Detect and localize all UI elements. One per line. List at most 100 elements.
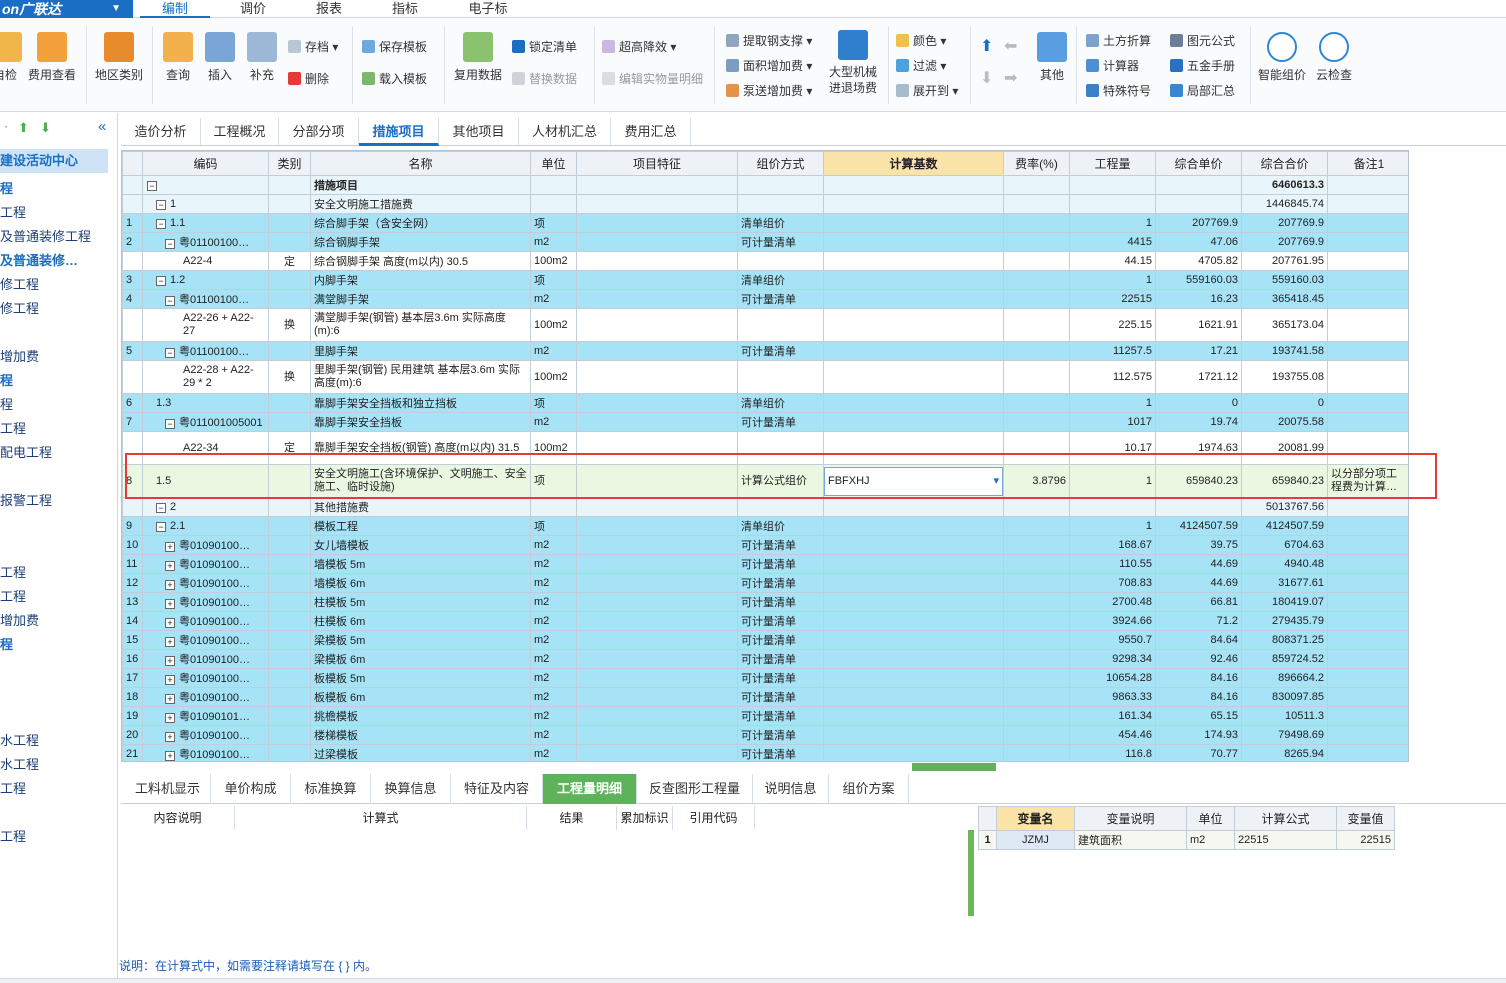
row-code[interactable]: + 粤01090100… <box>142 592 269 612</box>
row-code[interactable]: − 粤01100100… <box>142 232 269 252</box>
row-feature[interactable] <box>576 630 738 650</box>
row-calc-base[interactable] <box>823 412 1004 432</box>
row-feature[interactable] <box>576 360 738 394</box>
row-feature[interactable] <box>576 464 738 498</box>
figure-formula-button[interactable]: 图元公式 <box>1170 32 1235 50</box>
row-total[interactable]: 193755.08 <box>1241 360 1328 394</box>
row-unit-price[interactable]: 4705.82 <box>1155 251 1242 271</box>
row-type[interactable] <box>268 535 311 555</box>
row-name[interactable]: 楼梯模板 <box>310 725 531 745</box>
header-qty[interactable]: 工程量 <box>1069 151 1156 176</box>
menu-tab-e-bid[interactable]: 电子标 <box>453 0 523 18</box>
table-row[interactable]: 17 + 粤01090100… 板模板 5m m2 可计量清单 10654.28 84.16 8… <box>122 668 1408 688</box>
row-total[interactable]: 896664.2 <box>1241 668 1328 688</box>
row-name[interactable]: 墙模板 5m <box>310 554 531 574</box>
large-machinery-button[interactable]: 大型机械进退场费 <box>824 30 882 96</box>
row-name[interactable]: 挑檐模板 <box>310 706 531 726</box>
row-name[interactable]: 措施项目 <box>310 175 531 195</box>
row-code[interactable]: + 粤01090100… <box>142 744 269 761</box>
table-row[interactable]: A22-34 定靠脚手架安全挡板(钢管) 高度(m以内) 31.5 100m2 10.… <box>122 431 1408 465</box>
row-total[interactable]: 365173.04 <box>1241 308 1328 342</box>
row-note[interactable] <box>1327 393 1408 413</box>
row-total[interactable]: 859724.52 <box>1241 649 1328 669</box>
row-unit-price[interactable]: 1621.91 <box>1155 308 1242 342</box>
header-rate[interactable]: 费率(%) <box>1003 151 1070 176</box>
row-type[interactable] <box>268 592 311 612</box>
table-row[interactable]: 8 1.5 安全文明施工(含环境保护、文明施工、安全施工、临时设施) 项计算公式组价 F… <box>122 464 1408 498</box>
header-feature[interactable]: 项目特征 <box>576 151 738 176</box>
raise-efficiency-button[interactable]: 超高降效 ▾ <box>602 38 676 56</box>
row-method[interactable]: 可计量清单 <box>737 592 824 612</box>
row-unit-price[interactable]: 16.23 <box>1155 289 1242 309</box>
row-feature[interactable] <box>576 687 738 707</box>
table-row[interactable]: 5− 粤01100100… 里脚手架 m2 可计量清单 11257.5 17.21 19374… <box>122 341 1408 361</box>
row-qty[interactable]: 161.34 <box>1069 706 1156 726</box>
row-calc-base[interactable] <box>823 668 1004 688</box>
self-check-button[interactable]: 自检 <box>0 32 22 83</box>
row-calc-base[interactable] <box>823 232 1004 252</box>
row-note[interactable] <box>1327 744 1408 761</box>
row-unit-price[interactable]: 174.93 <box>1155 725 1242 745</box>
row-unit[interactable] <box>530 497 577 517</box>
row-type[interactable] <box>268 232 311 252</box>
row-feature[interactable] <box>576 611 738 631</box>
row-name[interactable]: 靠脚手架安全挡板 <box>310 412 531 432</box>
table-row[interactable]: 18 + 粤01090100… 板模板 6m m2 可计量清单 9863.33 84.16 83… <box>122 687 1408 707</box>
row-code[interactable]: −1.2 <box>142 270 269 290</box>
row-method[interactable]: 清单组价 <box>737 516 824 536</box>
row-unit-price[interactable]: 84.64 <box>1155 630 1242 650</box>
row-unit[interactable]: m2 <box>530 341 577 361</box>
edit-entity-button[interactable]: 编辑实物量明细 <box>602 70 703 88</box>
row-qty[interactable] <box>1069 497 1156 517</box>
row-unit[interactable]: 100m2 <box>530 431 577 465</box>
row-total[interactable]: 8265.94 <box>1241 744 1328 761</box>
row-feature[interactable] <box>576 535 738 555</box>
row-total[interactable]: 659840.23 <box>1241 464 1328 498</box>
row-calc-base[interactable] <box>823 573 1004 593</box>
table-row[interactable]: 13 + 粤01090100… 柱模板 5m m2 可计量清单 2700.48 66.81 18… <box>122 592 1408 612</box>
row-note[interactable] <box>1327 649 1408 669</box>
header-unit[interactable]: 单位 <box>530 151 577 176</box>
row-unit[interactable] <box>530 175 577 195</box>
var-formula[interactable]: 22515 <box>1234 830 1337 850</box>
header-type[interactable]: 类别 <box>268 151 311 176</box>
table-row[interactable]: 15 + 粤01090100… 梁模板 5m m2 可计量清单 9550.7 84.64 808… <box>122 630 1408 650</box>
save-template-button[interactable]: 保存模板 <box>362 38 427 56</box>
row-code[interactable]: A22-26 + A22-27 <box>142 308 269 342</box>
header-unit-price[interactable]: 综合单价 <box>1155 151 1242 176</box>
row-qty[interactable]: 3924.66 <box>1069 611 1156 631</box>
row-code[interactable]: + 粤01090100… <box>142 649 269 669</box>
row-code[interactable]: −2 <box>142 497 269 517</box>
var-col-unit[interactable]: 单位 <box>1186 806 1235 831</box>
var-desc[interactable]: 建筑面积 <box>1074 830 1187 850</box>
tree-item[interactable]: 程 <box>0 369 13 393</box>
row-note[interactable] <box>1327 360 1408 394</box>
row-name[interactable]: 板模板 6m <box>310 687 531 707</box>
row-rate[interactable] <box>1003 611 1070 631</box>
row-feature[interactable] <box>576 744 738 761</box>
row-unit[interactable]: m2 <box>530 649 577 669</box>
tab-cost-analysis[interactable]: 造价分析 <box>121 118 201 146</box>
detail-col-content[interactable]: 内容说明 <box>121 806 235 830</box>
row-name[interactable]: 过梁模板 <box>310 744 531 761</box>
row-name[interactable]: 综合脚手架（含安全网） <box>310 213 531 233</box>
tree-item[interactable]: 程 <box>0 633 13 657</box>
row-rate[interactable] <box>1003 308 1070 342</box>
row-type[interactable] <box>268 573 311 593</box>
row-calc-base[interactable] <box>823 611 1004 631</box>
row-total[interactable]: 808371.25 <box>1241 630 1328 650</box>
row-type[interactable] <box>268 744 311 761</box>
row-total[interactable]: 279435.79 <box>1241 611 1328 631</box>
insert-button[interactable]: 插入 <box>202 32 238 83</box>
row-method[interactable]: 可计量清单 <box>737 573 824 593</box>
row-qty[interactable]: 1 <box>1069 393 1156 413</box>
row-note[interactable] <box>1327 289 1408 309</box>
table-row[interactable]: 4− 粤01100100… 满堂脚手架 m2 可计量清单 22515 16.23 365418… <box>122 289 1408 309</box>
var-unit[interactable]: m2 <box>1186 830 1235 850</box>
row-feature[interactable] <box>576 412 738 432</box>
chevron-down-icon[interactable]: ▾ <box>993 475 999 488</box>
header-name[interactable]: 名称 <box>310 151 531 176</box>
row-method[interactable]: 可计量清单 <box>737 687 824 707</box>
row-calc-base[interactable] <box>823 289 1004 309</box>
row-note[interactable] <box>1327 213 1408 233</box>
